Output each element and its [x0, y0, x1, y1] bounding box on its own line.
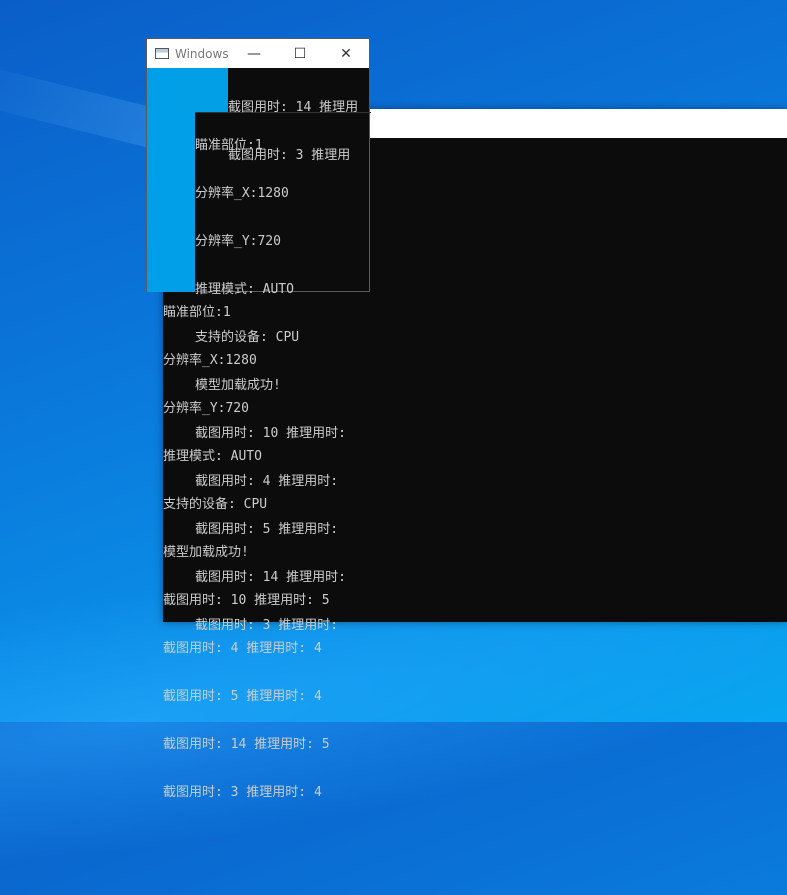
maximize-button[interactable]: ☐	[277, 39, 323, 68]
preview-line: 截图用时: 10 推理用时:	[195, 426, 346, 441]
preview-line: 截图用时: 4 推理用时:	[195, 474, 339, 489]
console-line: 截图用时: 14 推理用时: 5	[163, 737, 330, 752]
preview-top-line: 截图用时: 14 推理用	[228, 100, 359, 115]
preview-top-line: 截图用时: 3 推理用	[228, 148, 351, 163]
capture-blue-region-top	[178, 68, 228, 112]
console-line: 截图用时: 5 推理用时: 4	[163, 689, 322, 704]
preview-line: 截图用时: 14 推理用时:	[195, 570, 346, 585]
window-title: Windows	[175, 46, 229, 61]
capture-window[interactable]: Windows — ☐ ✕ 瞄准部位:1 分辨率_X:1280 分辨率_Y:72…	[146, 38, 371, 633]
preview-line: 支持的设备: CPU	[195, 330, 300, 345]
preview-line: 推理模式: AUTO	[195, 282, 294, 297]
app-window-icon	[155, 48, 169, 59]
preview-line: 分辨率_Y:720	[195, 234, 281, 249]
preview-line: 模型加载成功!	[195, 378, 281, 393]
capture-window-titlebar[interactable]: Windows — ☐ ✕	[147, 39, 369, 68]
capture-preview-top: 截图用时: 14 推理用 截图用时: 3 推理用	[228, 68, 358, 196]
console-line: 截图用时: 3 推理用时: 4	[163, 785, 322, 800]
minimize-button[interactable]: —	[231, 39, 277, 68]
preview-line: 截图用时: 3 推理用时:	[195, 618, 339, 633]
close-button[interactable]: ✕	[323, 39, 369, 68]
preview-line: 截图用时: 5 推理用时:	[195, 522, 339, 537]
window-controls: — ☐ ✕	[231, 39, 369, 68]
